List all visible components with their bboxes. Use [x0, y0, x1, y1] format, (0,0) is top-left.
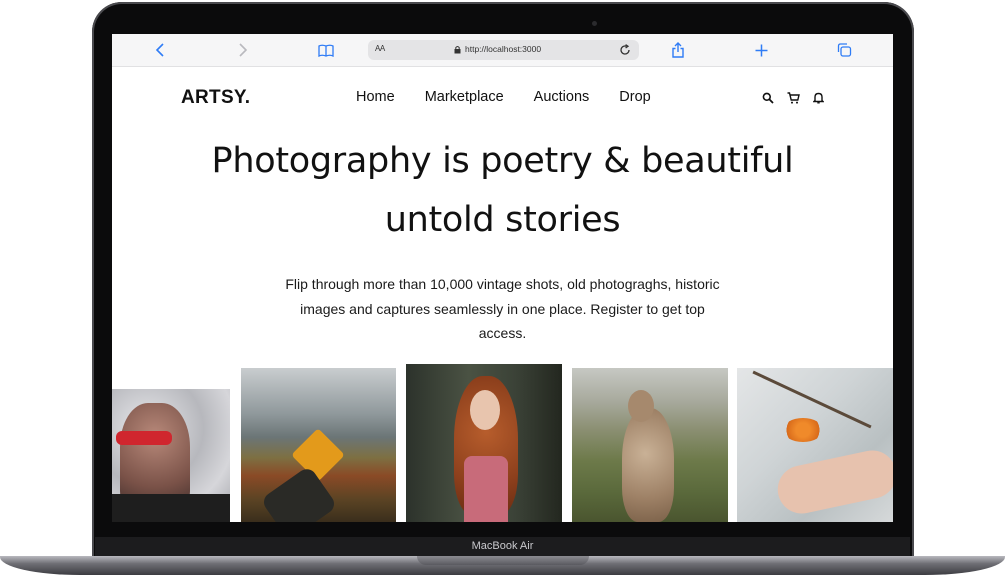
url-display: http://localhost:3000 [454, 44, 541, 54]
bell-icon[interactable] [812, 91, 825, 109]
kangaroo-body [622, 408, 674, 522]
kangaroo-photo[interactable] [572, 368, 728, 522]
site-logo[interactable]: ARTSY. [181, 87, 250, 109]
device-label: MacBook Air [471, 540, 534, 552]
hand-sea-buckthorn-photo[interactable] [737, 368, 893, 522]
hero-headline: Photography is poetry & beautiful untold… [112, 132, 893, 250]
kangaroo-head [628, 390, 654, 422]
red-glasses [116, 431, 172, 445]
reload-icon[interactable] [617, 42, 633, 58]
nav-marketplace[interactable]: Marketplace [425, 89, 504, 105]
header-actions [762, 91, 825, 109]
book-icon[interactable] [318, 42, 334, 58]
share-icon[interactable] [670, 42, 686, 58]
arm [260, 465, 338, 522]
site-header: ARTSY. Home Marketplace Auctions Drop [112, 67, 893, 127]
face [470, 390, 500, 430]
url-text: http://localhost:3000 [465, 44, 542, 54]
hand-maple-leaf-photo[interactable] [241, 368, 396, 522]
browser-toolbar: AA http://localhost:3000 [112, 34, 893, 67]
nav-drop[interactable]: Drop [619, 89, 650, 105]
hand [773, 446, 893, 518]
person-red-glasses-photo[interactable] [112, 389, 230, 522]
tabs-icon[interactable] [836, 42, 852, 58]
search-icon[interactable] [762, 91, 774, 109]
hero-headline-line2: untold stories [384, 200, 621, 240]
forward-chevron-icon[interactable] [235, 42, 251, 58]
plus-icon[interactable] [753, 42, 769, 58]
address-bar[interactable]: AA http://localhost:3000 [368, 40, 639, 60]
berries [783, 418, 823, 442]
dress [464, 456, 508, 522]
black-shirt [112, 494, 230, 522]
cart-icon[interactable] [787, 91, 800, 109]
nav-home[interactable]: Home [356, 89, 395, 105]
hero-description: Flip through more than 10,000 vintage sh… [285, 276, 720, 341]
main-nav: Home Marketplace Auctions Drop [356, 89, 681, 105]
lock-icon [454, 45, 461, 53]
camera [592, 21, 597, 26]
back-chevron-icon[interactable] [152, 42, 168, 58]
browser-screen: AA http://localhost:3000 ARTSY. Home Mar… [112, 34, 893, 522]
nav-auctions[interactable]: Auctions [534, 89, 590, 105]
laptop-notch [417, 556, 589, 565]
redhead-woman-photo[interactable] [406, 364, 562, 522]
hero-headline-line1: Photography is poetry & beautiful [211, 141, 794, 181]
text-size-button[interactable]: AA [375, 44, 385, 53]
